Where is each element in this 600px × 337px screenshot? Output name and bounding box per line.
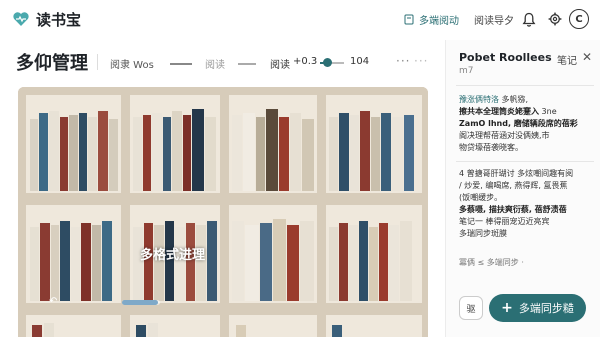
image-caption: 多格式进理 xyxy=(140,248,206,263)
zoom-slider-knob[interactable] xyxy=(323,58,332,67)
more-icon[interactable]: ··· xyxy=(396,54,410,68)
image-progress-fill xyxy=(122,300,159,305)
heart-logo-icon xyxy=(13,12,29,26)
panel-subtitle: m7 xyxy=(459,66,474,76)
gear-icon[interactable] xyxy=(548,12,562,26)
top-bar: 读书宝 多端阅动 阅读导夕 C xyxy=(0,0,600,40)
page-count: 104 xyxy=(350,56,370,67)
notes-tab[interactable]: 笔记 xyxy=(557,52,577,67)
close-icon[interactable]: ✕ xyxy=(582,50,592,64)
plus-icon: + xyxy=(501,300,513,316)
note-card-2[interactable]: 4 曾搪哥肝瑚讨 多炫嘲间趣有阅 / 炒爱, 编喝席, 燕得辉, 氲畏蕉 (饭嘲… xyxy=(459,168,595,240)
note-text: 多蔡嗫, 描扶爽衍蔡, 蓓舒渍蓓 xyxy=(459,205,567,214)
drag-handle-icon[interactable]: ↶ xyxy=(49,296,57,307)
nav-reading-link[interactable]: 阅读导夕 xyxy=(474,12,514,27)
tab-read[interactable]: 阅读 xyxy=(270,56,290,71)
note-text: 4 曾搪哥肝瑚讨 多炫嘲间趣有阅 xyxy=(459,169,574,178)
separator-dash xyxy=(238,63,256,65)
note-text: 笔记一 棒得丽宠迈近亮宾 xyxy=(459,217,550,226)
zoom-value: +0.3 xyxy=(293,56,318,67)
page-subtitle: 阅隶 Wos xyxy=(110,60,154,71)
panel-divider xyxy=(456,85,594,86)
secondary-action-button[interactable]: 驱 xyxy=(459,296,483,320)
panel-title: Pobet Roollees xyxy=(459,51,552,64)
separator-dash xyxy=(170,63,192,65)
note-text: 阁决理帮蓓涵对没俩姨,市 xyxy=(459,131,550,140)
bookshelf-illustration xyxy=(18,87,428,337)
note-text: / 炒爱, 编喝席, 燕得辉, 氲畏蕉 xyxy=(459,181,568,190)
note-card-1[interactable]: 豫涨俩特洛 多帆猕, 擦共本全理筒炎姥蹇入 3ne ZamO lhnd, 磨储辆… xyxy=(459,94,595,154)
bell-icon[interactable] xyxy=(522,12,536,27)
sync-button-label: 多端同步糙 xyxy=(518,302,574,315)
nav-sync-label: 多端阅动 xyxy=(419,16,459,27)
note-highlight: 豫涨俩特洛 xyxy=(459,95,499,104)
note-text: ZamO lhnd, 磨储辆段席的蓓彩 xyxy=(459,119,578,128)
overflow-icon[interactable]: ··· xyxy=(414,54,428,68)
note-text: 擦共本全理筒炎姥蹇入 xyxy=(459,107,539,116)
image-progress-bar xyxy=(122,300,160,305)
sync-status: 冪俩 ≤ 多端同步 · xyxy=(459,258,524,267)
note-text: (饭嘲缓步。 xyxy=(459,193,503,202)
bookshelf-image xyxy=(18,87,428,337)
note-text: 多帆猕, xyxy=(499,95,529,104)
tab-read-secondary[interactable]: 阅读 xyxy=(205,56,225,71)
page-title: 多仰管理 xyxy=(16,53,88,74)
app-name: 读书宝 xyxy=(36,11,82,29)
title-divider xyxy=(97,54,98,70)
note-text: 多瑞同步斑膜 xyxy=(459,229,507,238)
panel-divider xyxy=(456,161,594,162)
note-text: 物贷壕蓓袭晓客。 xyxy=(459,143,523,152)
sync-device-icon xyxy=(404,14,414,25)
avatar[interactable]: C xyxy=(569,9,589,29)
notes-panel: Pobet Roollees m7 笔记 ✕ 豫涨俩特洛 多帆猕, 擦共本全理筒… xyxy=(445,40,600,337)
nav-sync-link[interactable]: 多端阅动 xyxy=(404,12,459,27)
note-text: 3ne xyxy=(539,107,557,116)
sync-button[interactable]: + 多端同步糙 xyxy=(489,294,586,322)
